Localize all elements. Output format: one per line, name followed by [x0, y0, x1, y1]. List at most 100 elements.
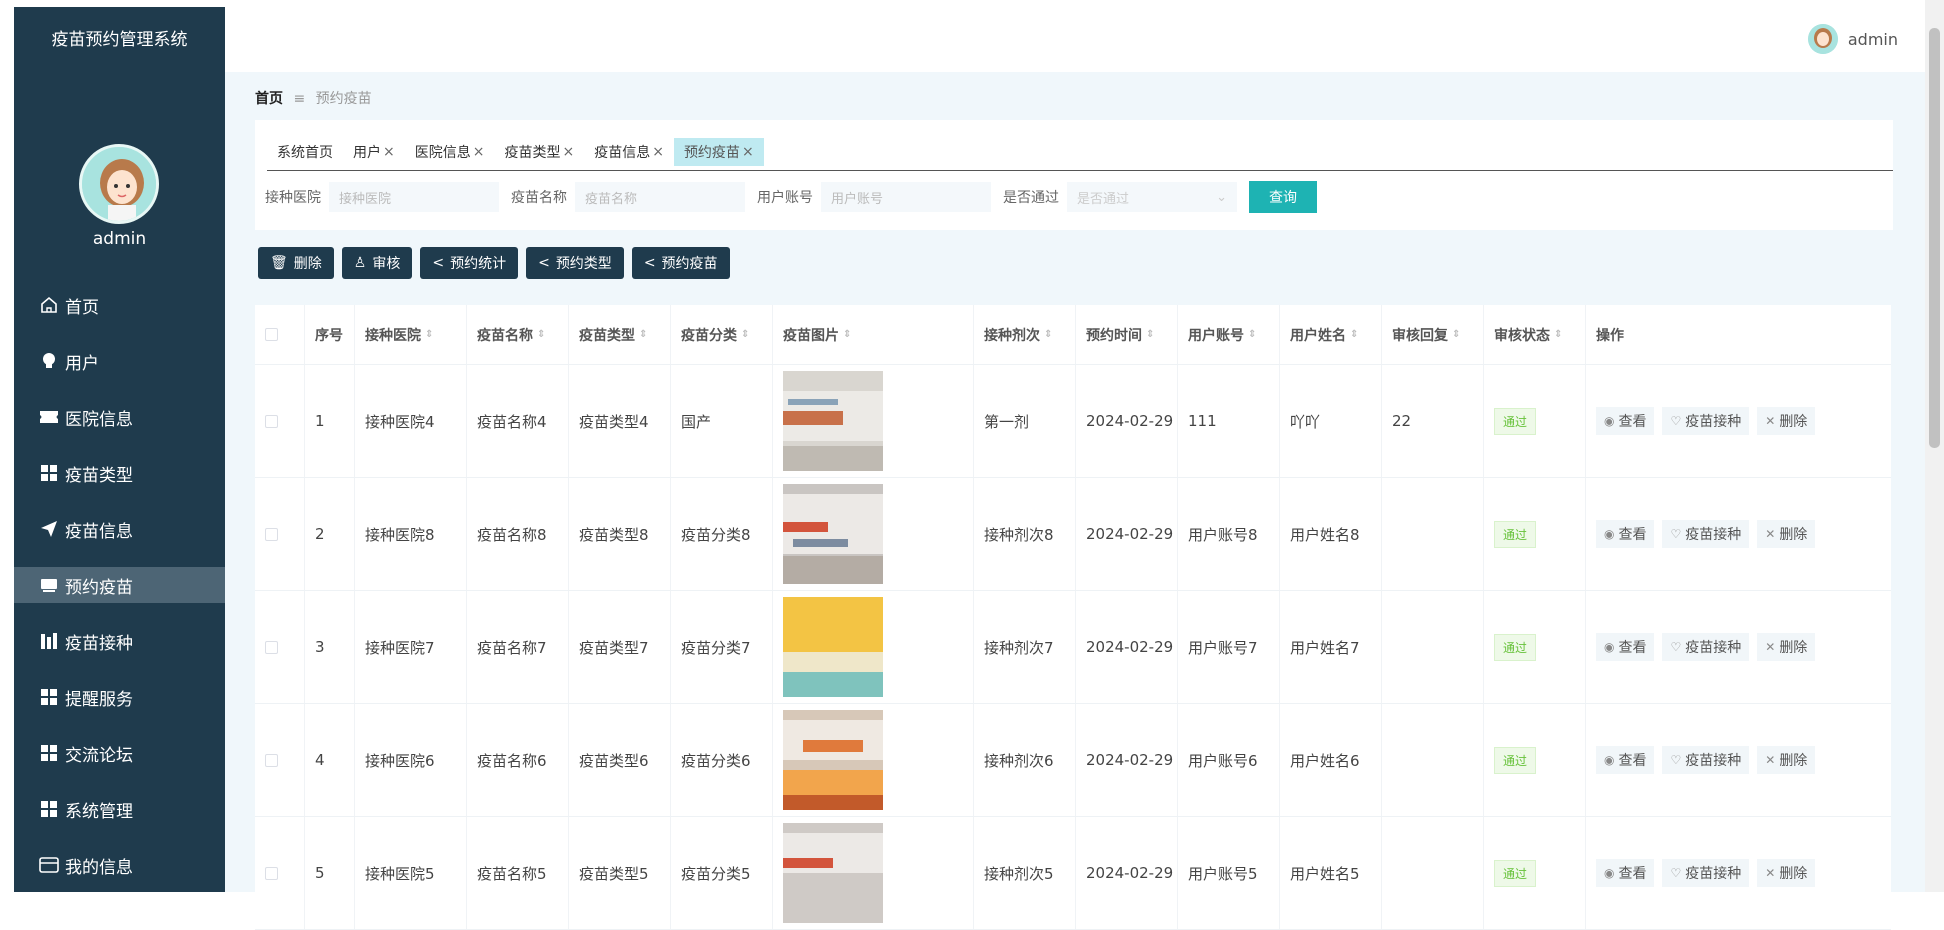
- header-dose[interactable]: 接种剂次 ⇕: [974, 305, 1076, 364]
- type-button[interactable]: < 预约类型: [526, 247, 624, 279]
- scrollbar-thumb[interactable]: [1929, 28, 1940, 448]
- account-input[interactable]: 用户账号: [821, 182, 991, 212]
- vaccinate-button[interactable]: ♡ 疫苗接种: [1662, 633, 1750, 661]
- header-username[interactable]: 用户姓名 ⇕: [1280, 305, 1382, 364]
- cell-status: 通过: [1484, 704, 1586, 816]
- cell-image[interactable]: [773, 591, 974, 703]
- tab-appointment[interactable]: 预约疫苗 ×: [673, 138, 764, 166]
- tab-hospital[interactable]: 医院信息 ×: [405, 138, 495, 166]
- header-label: 接种医院: [365, 327, 421, 344]
- header-user-menu[interactable]: admin: [1807, 24, 1898, 54]
- close-icon[interactable]: ×: [652, 144, 664, 160]
- header-reply[interactable]: 审核回复 ⇕: [1382, 305, 1484, 364]
- sidebar-item-system[interactable]: 系统管理: [14, 781, 225, 837]
- vaccinate-button[interactable]: ♡ 疫苗接种: [1662, 520, 1750, 548]
- sidebar-item-reminder[interactable]: 提醒服务: [14, 669, 225, 725]
- delete-button[interactable]: 🗑 删除: [258, 247, 334, 279]
- sidebar-item-users[interactable]: 用户: [14, 333, 225, 389]
- view-button[interactable]: ◉ 查看: [1596, 407, 1655, 435]
- row-checkbox[interactable]: [255, 478, 305, 590]
- vaccine-name-input[interactable]: 疫苗名称: [575, 182, 745, 212]
- cell-actions: ◉ 查看 ♡ 疫苗接种 ✕ 删除: [1586, 704, 1891, 816]
- cell-time: 2024-02-29: [1076, 817, 1178, 929]
- row-checkbox[interactable]: [255, 365, 305, 477]
- close-icon[interactable]: ×: [383, 144, 395, 160]
- approved-label: 是否通过: [1003, 190, 1059, 206]
- button-label: 查看: [1618, 640, 1647, 656]
- vaccine-button[interactable]: < 预约疫苗: [631, 247, 730, 279]
- header-image[interactable]: 疫苗图片 ⇕: [773, 305, 974, 364]
- close-icon[interactable]: ×: [742, 144, 754, 160]
- sidebar-item-appointment[interactable]: 预约疫苗: [14, 567, 225, 603]
- vaccine-image[interactable]: [783, 710, 883, 810]
- sidebar-item-vaccination[interactable]: 疫苗接种: [14, 613, 225, 669]
- row-checkbox[interactable]: [255, 817, 305, 929]
- sidebar-item-vaccine-info[interactable]: 疫苗信息: [14, 501, 225, 557]
- breadcrumb: 首页 ≡ 预约疫苗: [255, 88, 372, 108]
- view-button[interactable]: ◉ 查看: [1596, 859, 1655, 887]
- query-button[interactable]: 查询: [1249, 181, 1317, 213]
- tab-label: 疫苗信息: [594, 145, 651, 161]
- row-delete-button[interactable]: ✕ 删除: [1757, 520, 1816, 548]
- close-icon: ✕: [1765, 414, 1776, 428]
- vaccine-image[interactable]: [783, 371, 883, 471]
- tab-vaccine-type[interactable]: 疫苗类型 ×: [494, 138, 584, 166]
- tab-users[interactable]: 用户 ×: [343, 138, 405, 166]
- stats-button[interactable]: < 预约统计: [420, 247, 519, 279]
- view-button[interactable]: ◉ 查看: [1596, 746, 1655, 774]
- view-button[interactable]: ◉ 查看: [1596, 520, 1655, 548]
- close-icon[interactable]: ×: [562, 144, 574, 160]
- cell-actions: ◉ 查看 ♡ 疫苗接种 ✕ 删除: [1586, 817, 1891, 929]
- header-category[interactable]: 疫苗分类 ⇕: [671, 305, 773, 364]
- header-time[interactable]: 预约时间 ⇕: [1076, 305, 1178, 364]
- review-button[interactable]: ♙ 审核: [341, 247, 413, 279]
- sidebar-item-my-info[interactable]: 我的信息: [14, 837, 225, 893]
- cell-image[interactable]: [773, 478, 974, 590]
- header-label: 预约时间: [1086, 327, 1142, 344]
- header-label: 序号: [315, 327, 343, 344]
- cell-dose: 接种剂次7: [974, 591, 1076, 703]
- vaccine-image[interactable]: [783, 823, 883, 923]
- button-label: 疫苗接种: [1685, 866, 1742, 882]
- select-all-checkbox[interactable]: [255, 305, 305, 364]
- cell-hospital: 接种医院4: [355, 365, 467, 477]
- row-delete-button[interactable]: ✕ 删除: [1757, 407, 1816, 435]
- sort-icon: ⇕: [1350, 329, 1359, 340]
- header-hospital[interactable]: 接种医院 ⇕: [355, 305, 467, 364]
- status-badge: 通过: [1494, 407, 1537, 435]
- row-delete-button[interactable]: ✕ 删除: [1757, 633, 1816, 661]
- cell-image[interactable]: [773, 704, 974, 816]
- vaccinate-button[interactable]: ♡ 疫苗接种: [1662, 407, 1750, 435]
- vaccinate-button[interactable]: ♡ 疫苗接种: [1662, 746, 1750, 774]
- cell-image[interactable]: [773, 817, 974, 929]
- tab-home[interactable]: 系统首页: [267, 138, 343, 166]
- tab-vaccine-info[interactable]: 疫苗信息 ×: [584, 138, 674, 166]
- hospital-input[interactable]: 接种医院: [329, 182, 499, 212]
- header-vaccine-type[interactable]: 疫苗类型 ⇕: [569, 305, 671, 364]
- row-checkbox[interactable]: [255, 591, 305, 703]
- vaccine-image[interactable]: [783, 597, 883, 697]
- row-checkbox[interactable]: [255, 704, 305, 816]
- view-button[interactable]: ◉ 查看: [1596, 633, 1655, 661]
- cell-image[interactable]: [773, 365, 974, 477]
- vaccinate-button[interactable]: ♡ 疫苗接种: [1662, 859, 1750, 887]
- button-label: 删除: [1779, 640, 1808, 656]
- heart-icon: ♡: [1670, 753, 1682, 767]
- cell-hospital: 接种医院7: [355, 591, 467, 703]
- breadcrumb-home[interactable]: 首页: [255, 91, 283, 107]
- sidebar-item-home[interactable]: 首页: [14, 277, 225, 333]
- table-row: 3 接种医院7 疫苗名称7 疫苗类型7 疫苗分类7 接种剂次7 2024-02-…: [255, 591, 1891, 704]
- button-label: 删除: [1779, 753, 1808, 769]
- header-status[interactable]: 审核状态 ⇕: [1484, 305, 1586, 364]
- vaccine-image[interactable]: [783, 484, 883, 584]
- sidebar-item-vaccine-type[interactable]: 疫苗类型: [14, 445, 225, 501]
- header-account[interactable]: 用户账号 ⇕: [1178, 305, 1280, 364]
- approved-select[interactable]: 是否通过 ⌄: [1067, 182, 1237, 212]
- close-icon[interactable]: ×: [473, 144, 485, 160]
- sidebar-item-forum[interactable]: 交流论坛: [14, 725, 225, 781]
- row-delete-button[interactable]: ✕ 删除: [1757, 746, 1816, 774]
- sidebar-item-hospital[interactable]: 医院信息: [14, 389, 225, 445]
- row-delete-button[interactable]: ✕ 删除: [1757, 859, 1816, 887]
- vaccine-name-label: 疫苗名称: [511, 190, 567, 206]
- header-vaccine-name[interactable]: 疫苗名称 ⇕: [467, 305, 569, 364]
